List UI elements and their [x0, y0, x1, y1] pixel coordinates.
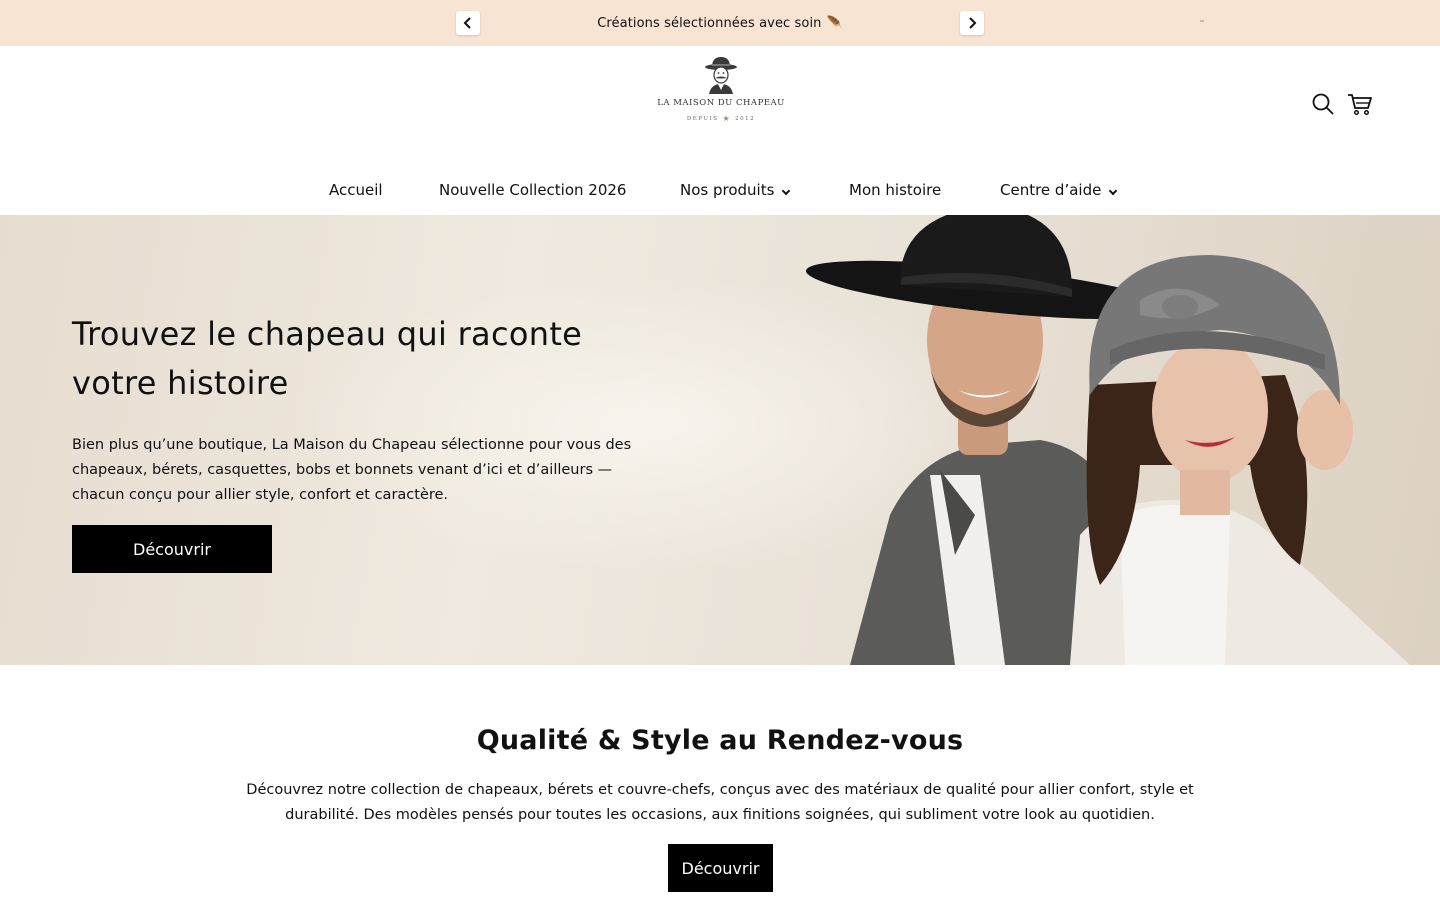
logo-tagline: DEPUIS ★ 2012: [687, 114, 755, 123]
hatted-gentleman-logo-icon: [705, 57, 737, 94]
star-icon: ★: [722, 114, 732, 123]
section-description: Découvrez notre collection de chapeaux, …: [246, 782, 1194, 823]
announcement-bar: Créations sélectionnées avec soin 🪶: [0, 0, 1440, 46]
chevron-left-icon: [463, 17, 471, 29]
chevron-down-icon: [1109, 186, 1118, 196]
nav-item-nouvelle-collection[interactable]: Nouvelle Collection 2026: [439, 176, 626, 204]
feather-icon: 🪶: [826, 15, 843, 31]
main-navigation: Accueil Nouvelle Collection 2026 Nos pro…: [0, 176, 1440, 204]
logo-since-year: 2012: [735, 115, 756, 122]
announcement-text: Créations sélectionnées avec soin: [597, 15, 822, 31]
hero-description: Bien plus qu’une boutique, La Maison du …: [72, 437, 632, 503]
hero-discover-button[interactable]: Découvrir: [72, 525, 272, 573]
section-discover-button[interactable]: Découvrir: [668, 844, 773, 892]
logo[interactable]: LA MAISON DU CHAPEAU DEPUIS ★ 2012: [657, 54, 785, 130]
site-header: LA MAISON DU CHAPEAU DEPUIS ★ 2012 Accue…: [0, 46, 1440, 215]
cart-button[interactable]: [1347, 91, 1373, 117]
announcement-prev-button[interactable]: [456, 11, 480, 35]
nav-item-label: Nouvelle Collection 2026: [439, 181, 627, 199]
chevron-right-icon: [969, 17, 977, 29]
search-icon: [1312, 93, 1334, 115]
nav-item-nos-produits[interactable]: Nos produits: [680, 176, 791, 204]
logo-since-label: DEPUIS: [686, 115, 719, 122]
cart-icon: [1348, 94, 1372, 116]
hero-title: Trouvez le chapeau qui raconte votre his…: [72, 315, 583, 402]
hero-couple-hats-image: [805, 215, 1410, 665]
nav-item-label: Mon histoire: [849, 181, 942, 199]
quality-section: Qualité & Style au Rendez-vous Découvrez…: [0, 665, 1440, 900]
announcement-indicator: [1200, 20, 1204, 22]
nav-item-label: Nos produits: [680, 181, 775, 199]
nav-item-accueil[interactable]: Accueil: [329, 176, 383, 204]
nav-item-label: Accueil: [329, 181, 383, 199]
nav-item-label: Centre d’aide: [1000, 181, 1102, 199]
logo-name: LA MAISON DU CHAPEAU: [657, 98, 785, 108]
nav-item-centre-aide[interactable]: Centre d’aide: [1000, 176, 1118, 204]
hero-banner: Trouvez le chapeau qui raconte votre his…: [0, 215, 1440, 665]
section-title: Qualité & Style au Rendez-vous: [476, 725, 964, 756]
announcement-next-button[interactable]: [960, 11, 984, 35]
search-button[interactable]: [1310, 91, 1336, 117]
nav-item-mon-histoire[interactable]: Mon histoire: [849, 176, 941, 204]
announcement-message: Créations sélectionnées avec soin 🪶: [480, 0, 960, 46]
chevron-down-icon: [782, 186, 791, 196]
